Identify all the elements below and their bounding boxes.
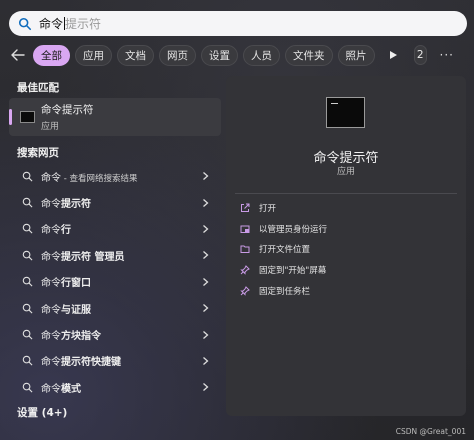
best-match-type: 应用 xyxy=(41,122,60,132)
preview-pane: 命令提示符 应用 打开 以管理员身份运行 打开文件位置 固定到"开始"屏幕 固定… xyxy=(226,76,466,416)
folder-icon xyxy=(239,244,250,255)
watermark: CSDN @Great_001 xyxy=(395,427,466,436)
chevron-right-icon xyxy=(203,277,209,286)
best-match-item[interactable]: 命令提示符 应用 xyxy=(9,98,221,136)
chevron-right-icon xyxy=(203,198,209,207)
web-result-prefix: 命令 xyxy=(41,278,61,290)
filter-chip-settings[interactable]: 设置 xyxy=(201,44,238,66)
web-result-prefix: 命令 xyxy=(41,383,61,395)
search-icon xyxy=(22,382,33,393)
result-count-badge[interactable]: 2 xyxy=(413,45,427,65)
web-result-bold: 提示符 管理员 xyxy=(61,251,125,263)
web-result-bold: 提示符 xyxy=(61,199,91,211)
web-result-bold: 模式 xyxy=(61,383,81,395)
search-autocomplete: 提示符 xyxy=(65,17,102,31)
filter-chip-all[interactable]: 全部 xyxy=(33,44,70,66)
filter-chip-folders[interactable]: 文件夹 xyxy=(285,44,333,66)
admin-shield-icon xyxy=(239,223,250,234)
play-icon xyxy=(389,51,397,59)
search-icon xyxy=(22,329,33,340)
web-result-item[interactable]: 命令行窗口 xyxy=(9,269,221,295)
chevron-right-icon xyxy=(203,172,209,181)
back-arrow-icon xyxy=(11,49,25,61)
chevron-right-icon xyxy=(203,330,209,339)
web-result-prefix: 命令 xyxy=(41,251,61,263)
web-result-prefix: 命令 xyxy=(41,331,61,343)
action-label: 以管理员身份运行 xyxy=(259,224,328,235)
chevron-right-icon xyxy=(203,251,209,260)
action-pin-to-taskbar[interactable]: 固定到任务栏 xyxy=(239,280,327,301)
web-result-prefix: 命令 xyxy=(41,304,61,316)
web-result-bold: 方块指令 xyxy=(61,331,101,343)
web-result-item[interactable]: 命令与证服 xyxy=(9,295,221,321)
search-icon xyxy=(22,276,33,287)
web-result-item[interactable]: 命令提示符 管理员 xyxy=(9,242,221,268)
filter-chip-people[interactable]: 人员 xyxy=(243,44,280,66)
action-run-as-admin[interactable]: 以管理员身份运行 xyxy=(239,219,327,240)
web-result-item[interactable]: 命令模式 xyxy=(9,374,221,400)
web-result-item[interactable]: 命令 - 查看网络搜索结果 xyxy=(9,163,221,189)
web-result-bold: 行 xyxy=(61,225,71,237)
chevron-right-icon xyxy=(203,304,209,313)
search-icon xyxy=(22,250,33,261)
back-button[interactable] xyxy=(11,45,25,65)
pin-icon xyxy=(239,265,250,276)
more-filters-play-button[interactable] xyxy=(389,47,398,63)
action-open-file-location[interactable]: 打开文件位置 xyxy=(239,239,327,260)
results-list: 最佳匹配 命令提示符 应用 搜索网页 命令 - 查看网络搜索结果 命令提示符 命… xyxy=(9,76,221,440)
web-result-prefix: 命令 xyxy=(41,357,61,369)
app-type: 应用 xyxy=(336,167,355,177)
action-label: 打开 xyxy=(259,204,277,215)
web-result-prefix: 命令 xyxy=(41,172,61,184)
web-result-prefix: 命令 xyxy=(41,225,61,237)
web-result-prefix: 命令 xyxy=(41,199,61,211)
best-match-name: 命令提示符 xyxy=(41,104,94,116)
action-list: 打开 以管理员身份运行 打开文件位置 固定到"开始"屏幕 固定到任务栏 xyxy=(239,198,327,301)
filter-chip-documents[interactable]: 文档 xyxy=(117,44,154,66)
command-prompt-icon xyxy=(20,111,35,123)
search-icon xyxy=(22,224,33,234)
action-pin-to-start[interactable]: 固定到"开始"屏幕 xyxy=(239,260,327,281)
search-icon xyxy=(22,197,33,208)
web-search-heading: 搜索网页 xyxy=(17,146,59,159)
action-label: 固定到"开始"屏幕 xyxy=(259,266,327,277)
filter-chip-apps[interactable]: 应用 xyxy=(75,44,112,66)
search-icon xyxy=(22,303,33,314)
more-options-button[interactable]: ··· xyxy=(440,48,454,62)
web-result-bold: 与证服 xyxy=(61,304,91,316)
web-result-item[interactable]: 命令提示符快捷键 xyxy=(9,348,221,374)
filter-chip-photos[interactable]: 照片 xyxy=(337,44,375,66)
search-icon xyxy=(22,356,33,366)
search-input-text[interactable]: 命令 xyxy=(39,15,63,32)
web-result-item[interactable]: 命令方块指令 xyxy=(9,321,221,347)
filter-bar: 全部 应用 文档 网页 设置 人员 文件夹 照片 2 ··· xyxy=(11,44,454,66)
best-match-heading: 最佳匹配 xyxy=(17,81,59,94)
command-prompt-icon xyxy=(326,97,365,128)
settings-heading[interactable]: 设置 (4+) xyxy=(9,405,221,420)
open-external-icon xyxy=(239,203,250,214)
chevron-right-icon xyxy=(203,383,209,392)
search-icon xyxy=(18,17,32,30)
web-result-bold: 提示符快捷键 xyxy=(61,357,121,369)
divider xyxy=(235,193,457,194)
chevron-right-icon xyxy=(203,356,209,365)
chevron-right-icon xyxy=(203,224,209,233)
action-open[interactable]: 打开 xyxy=(239,198,327,219)
web-result-suffix: - 查看网络搜索结果 xyxy=(61,173,138,184)
filter-chip-web[interactable]: 网页 xyxy=(159,44,196,66)
pin-icon xyxy=(239,285,250,296)
search-icon xyxy=(22,171,33,182)
search-box[interactable]: 命令 提示符 xyxy=(9,11,467,36)
web-result-item[interactable]: 命令行 xyxy=(9,216,221,242)
web-result-bold: 行窗口 xyxy=(61,278,91,290)
web-result-item[interactable]: 命令提示符 xyxy=(9,189,221,215)
action-label: 打开文件位置 xyxy=(259,245,311,256)
action-label: 固定到任务栏 xyxy=(259,286,311,297)
